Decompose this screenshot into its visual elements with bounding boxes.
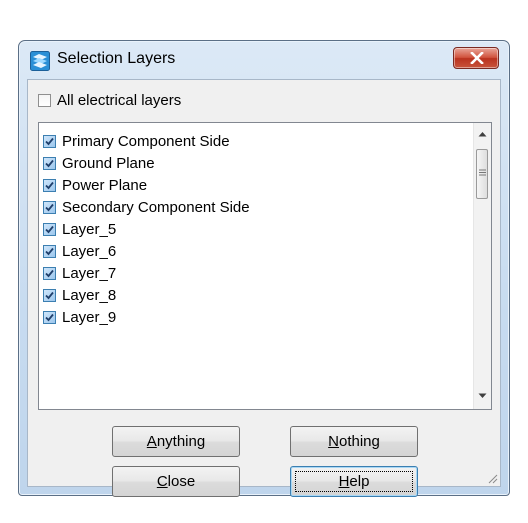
- layer-item[interactable]: Secondary Component Side: [43, 196, 250, 218]
- layer-checkbox[interactable]: [43, 134, 56, 148]
- layer-item[interactable]: Ground Plane: [43, 152, 250, 174]
- layer-label: Layer_9: [62, 308, 117, 326]
- layer-item[interactable]: Primary Component Side: [43, 130, 250, 152]
- title-bar[interactable]: Selection Layers: [19, 41, 509, 79]
- layer-label: Secondary Component Side: [62, 198, 250, 216]
- nothing-button[interactable]: Nothing: [290, 426, 418, 457]
- dialog-body: All electrical layers Primary Component …: [27, 79, 501, 497]
- layer-checkbox[interactable]: [43, 178, 56, 192]
- layer-item[interactable]: Layer_6: [43, 240, 250, 262]
- layer-label: Layer_7: [62, 264, 117, 282]
- selection-layers-dialog: Selection Layers All electrical layers P…: [18, 40, 510, 497]
- close-window-button[interactable]: [453, 47, 499, 69]
- layer-label: Layer_5: [62, 220, 117, 238]
- scrollbar-thumb[interactable]: [476, 149, 488, 199]
- all-electrical-layers-option[interactable]: All electrical layers: [38, 91, 181, 109]
- layers-list: Primary Component Side Ground Plane Powe…: [43, 130, 250, 328]
- layers-scrollbar[interactable]: [473, 123, 491, 409]
- anything-mnemonic: A: [146, 433, 157, 450]
- thumb-grip-icon: [479, 169, 486, 176]
- layer-label: Layer_8: [62, 286, 117, 304]
- layer-item[interactable]: Layer_9: [43, 306, 250, 328]
- close-label: lose: [167, 473, 196, 490]
- layer-item[interactable]: Layer_5: [43, 218, 250, 240]
- layer-checkbox[interactable]: [43, 288, 56, 302]
- layer-label: Layer_6: [62, 242, 117, 260]
- layer-checkbox[interactable]: [43, 266, 56, 280]
- layer-item[interactable]: Power Plane: [43, 174, 250, 196]
- layer-item[interactable]: Layer_8: [43, 284, 250, 306]
- layer-checkbox[interactable]: [43, 200, 56, 214]
- layer-checkbox[interactable]: [43, 156, 56, 170]
- scroll-up-arrow-icon[interactable]: [478, 131, 487, 137]
- layer-checkbox[interactable]: [43, 310, 56, 324]
- focus-rectangle: [295, 471, 413, 492]
- anything-button[interactable]: Anything: [112, 426, 240, 457]
- close-icon: [470, 52, 484, 64]
- help-button[interactable]: Help: [290, 466, 418, 497]
- close-mnemonic: C: [156, 473, 168, 490]
- layer-label: Power Plane: [62, 176, 148, 194]
- layers-listbox[interactable]: Primary Component Side Ground Plane Powe…: [38, 122, 492, 410]
- anything-label: nything: [156, 433, 206, 450]
- layer-checkbox[interactable]: [43, 244, 56, 258]
- close-button[interactable]: Close: [112, 466, 240, 497]
- window-title: Selection Layers: [57, 50, 176, 67]
- layer-checkbox[interactable]: [43, 222, 56, 236]
- nothing-mnemonic: N: [328, 433, 339, 450]
- layer-label: Primary Component Side: [62, 132, 230, 150]
- selection-layers-icon: [30, 51, 50, 71]
- all-electrical-layers-label: All electrical layers: [57, 91, 182, 109]
- layer-label: Ground Plane: [62, 154, 155, 172]
- resize-grip-icon[interactable]: [486, 472, 498, 484]
- nothing-label: othing: [338, 433, 380, 450]
- layer-item[interactable]: Layer_7: [43, 262, 250, 284]
- all-electrical-layers-checkbox[interactable]: [38, 93, 51, 107]
- scroll-down-arrow-icon[interactable]: [478, 393, 487, 399]
